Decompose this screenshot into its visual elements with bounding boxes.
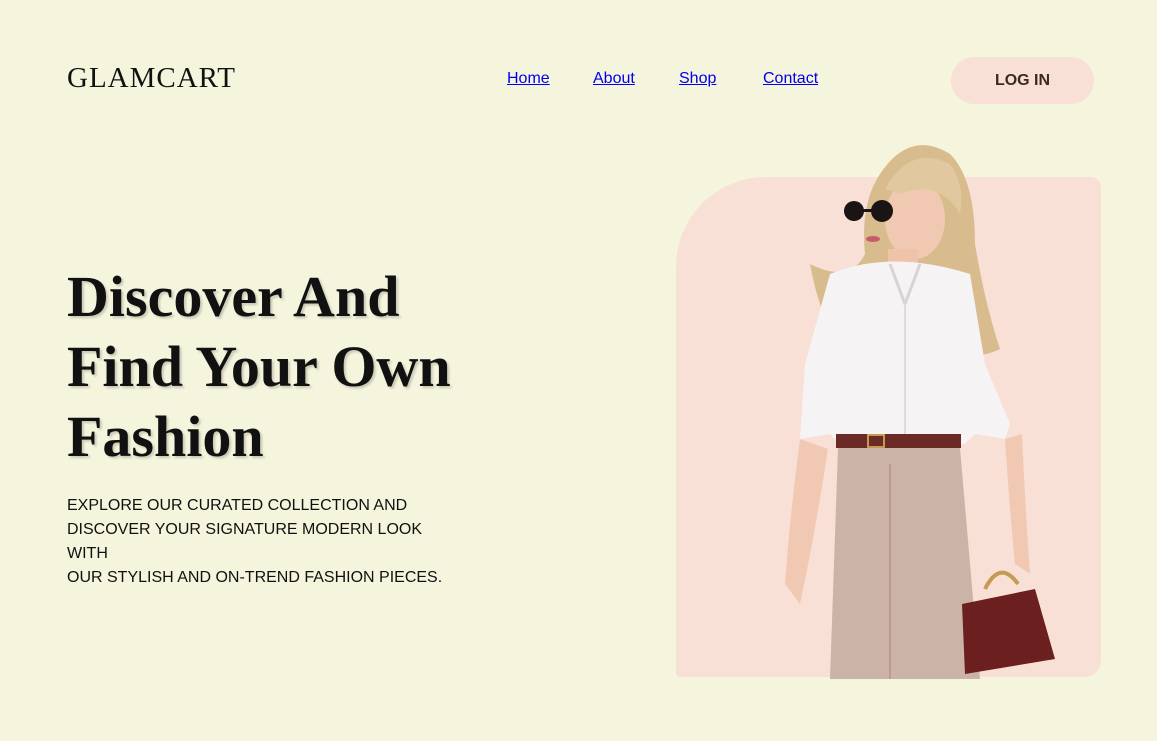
headline-line: Find Your Own xyxy=(67,334,451,399)
nav-about[interactable]: About xyxy=(593,70,635,88)
nav-contact[interactable]: Contact xyxy=(763,70,818,88)
headline-line: Discover And xyxy=(67,264,400,329)
nav-shop[interactable]: Shop xyxy=(679,70,716,88)
subtext-line: OUR STYLISH AND ON-TREND FASHION PIECES. xyxy=(67,569,443,586)
subtext-line: EXPLORE OUR CURATED COLLECTION AND xyxy=(67,497,408,514)
hero-headline: Discover And Find Your Own Fashion xyxy=(67,262,537,472)
nav-home[interactable]: Home xyxy=(507,70,550,88)
fashion-model-image xyxy=(785,145,1055,679)
login-button[interactable]: LOG IN xyxy=(951,57,1094,104)
brand-logo[interactable]: GLAMCART xyxy=(67,62,236,95)
hero-subtext: EXPLORE OUR CURATED COLLECTION AND DISCO… xyxy=(67,494,467,590)
subtext-line: DISCOVER YOUR SIGNATURE MODERN LOOK WITH xyxy=(67,521,423,562)
headline-line: Fashion xyxy=(67,404,264,469)
